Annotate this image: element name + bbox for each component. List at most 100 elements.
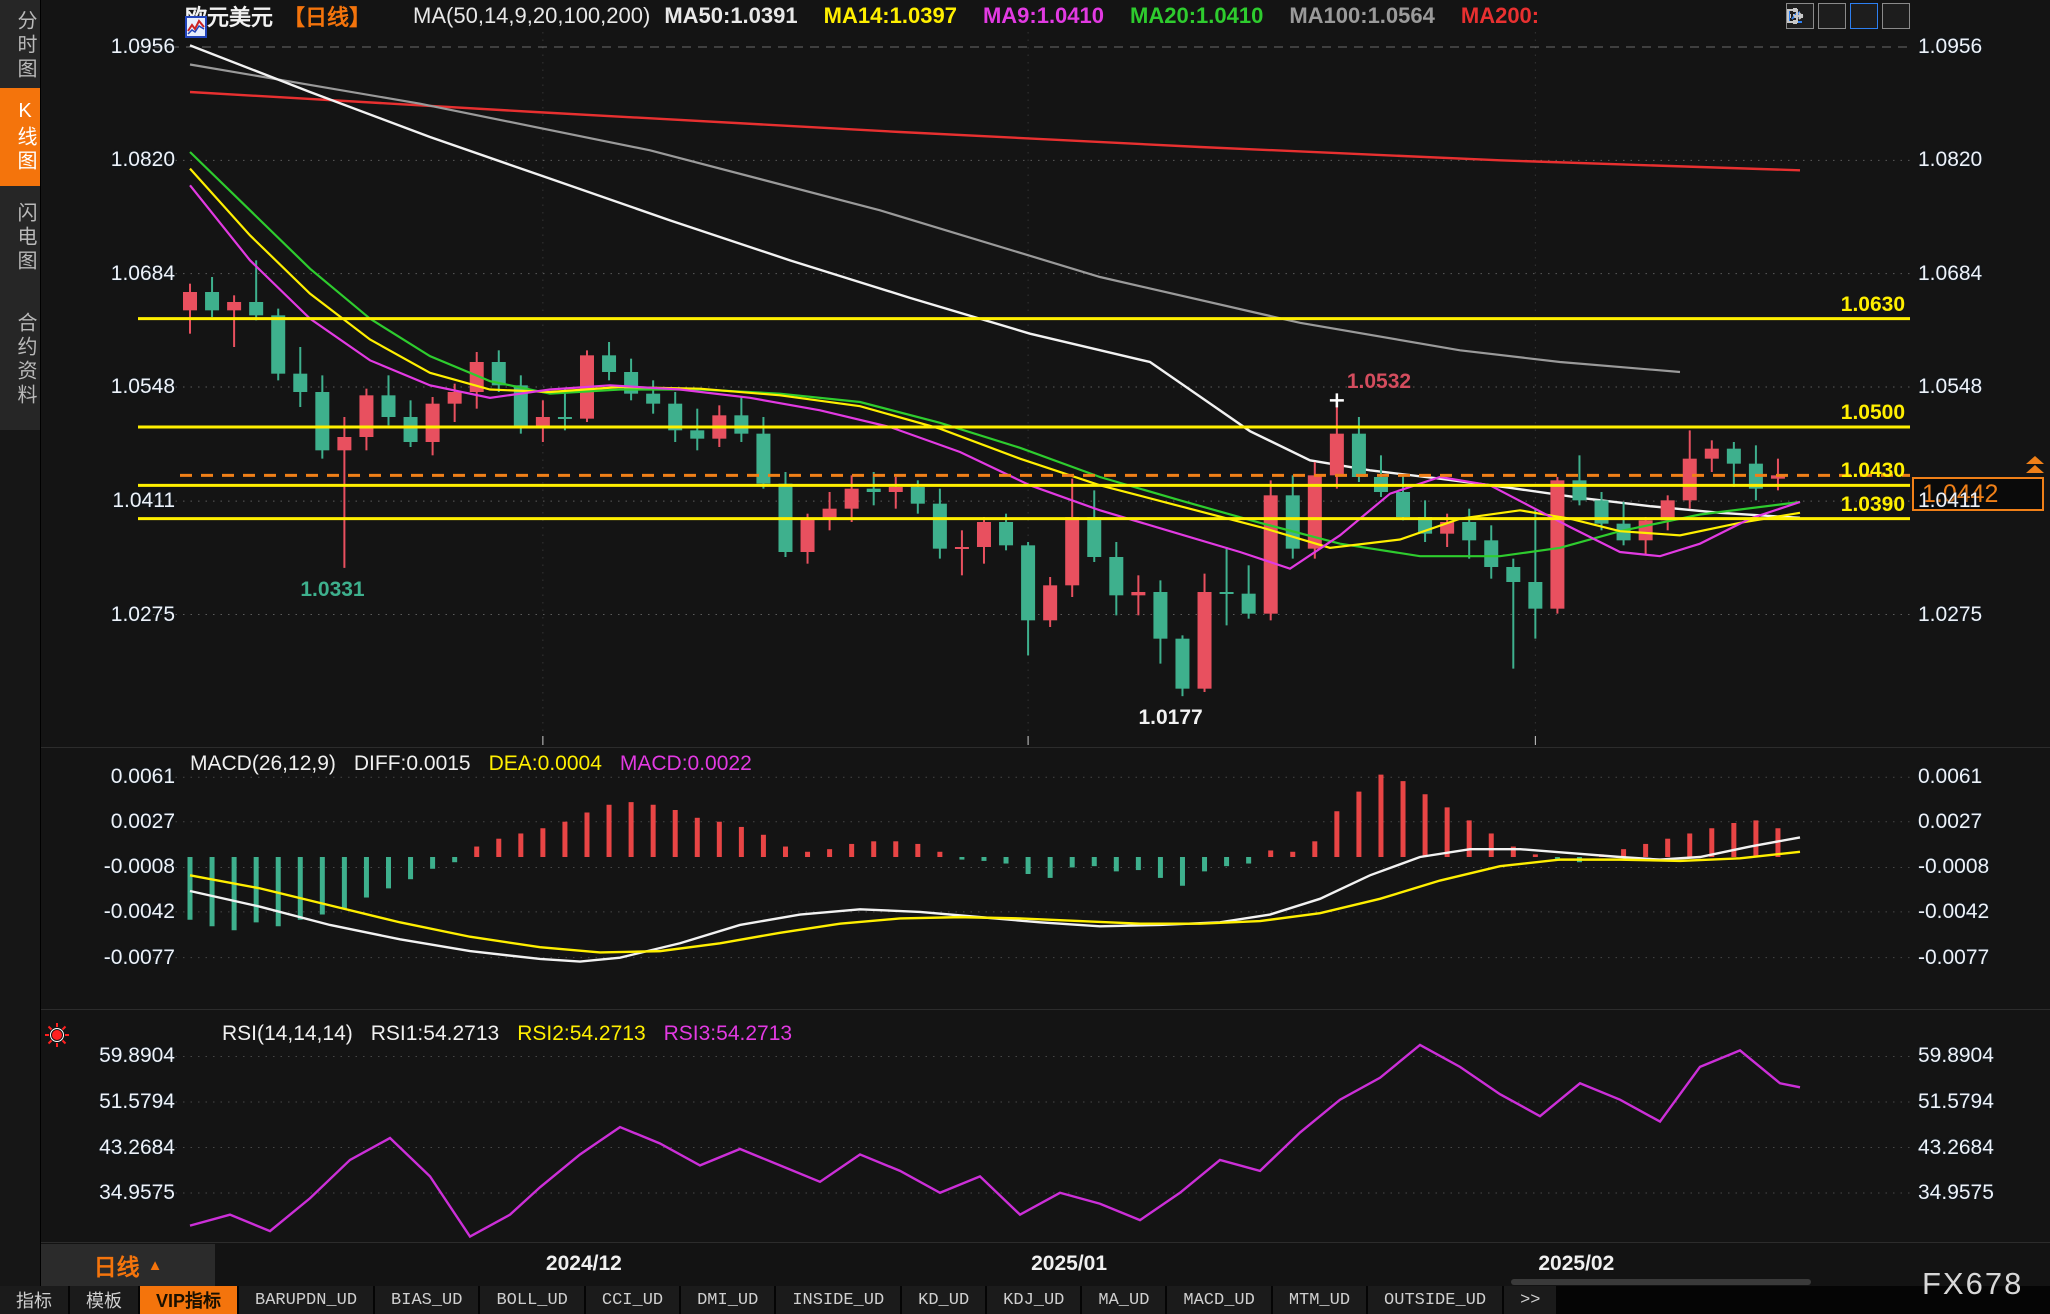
ma100-line	[190, 65, 1680, 373]
price-axis-label: 1.0411	[1918, 489, 1981, 513]
rsi-line	[190, 1045, 1800, 1237]
candle-body	[293, 374, 307, 392]
pane-separator	[41, 747, 2050, 748]
tab--[interactable]: >>	[1504, 1286, 1556, 1314]
ma-legend-value-4: MA100:1.0564	[1289, 3, 1435, 29]
period-selector[interactable]: 日线 ▲	[41, 1244, 215, 1286]
scrollbar-thumb[interactable]	[1511, 1279, 1811, 1285]
tab-kdj-ud[interactable]: KDJ_UD	[987, 1286, 1080, 1314]
rsi-axis-label: 43.2684	[40, 1136, 175, 1160]
candle-body	[867, 489, 881, 492]
candle-body	[1705, 449, 1719, 459]
macd-value: MACD:0.0022	[620, 752, 752, 776]
price-axis-label: 1.0275	[1918, 603, 1982, 627]
price-axis-label: 1.0956	[40, 35, 175, 59]
tab-inside-ud[interactable]: INSIDE_UD	[776, 1286, 900, 1314]
candle-body	[1528, 582, 1542, 609]
x-axis-date-label: 2025/01	[1031, 1252, 1107, 1276]
candle-body	[1639, 520, 1653, 540]
axis-scale-active-icon[interactable]	[1850, 3, 1878, 29]
candle-body	[977, 522, 991, 547]
rsi1-value: RSI1:54.2713	[371, 1022, 499, 1046]
tab-ma-ud[interactable]: MA_UD	[1082, 1286, 1165, 1314]
sidebar-lower-area	[0, 430, 40, 1314]
price-axis-label: 1.0548	[40, 375, 175, 399]
ma200-line	[190, 92, 1800, 170]
tab-bias-ud[interactable]: BIAS_UD	[375, 1286, 478, 1314]
candle-body	[1220, 592, 1234, 594]
candle-body	[999, 522, 1013, 545]
candle-body	[1198, 592, 1212, 689]
chart-toolbar	[1786, 3, 1910, 29]
candle-body	[801, 519, 815, 552]
macd-axis-label: -0.0042	[1918, 900, 1989, 924]
candle-body	[337, 437, 351, 450]
axis-scale-icon[interactable]	[1818, 3, 1846, 29]
tab-vip指标[interactable]: VIP指标	[140, 1286, 237, 1314]
rsi-title: RSI(14,14,14)	[222, 1022, 353, 1046]
candle-body	[889, 487, 903, 492]
rsi-axis-label: 59.8904	[40, 1044, 175, 1068]
tab-barupdn-ud[interactable]: BARUPDN_UD	[239, 1286, 373, 1314]
macd-axis-label: 0.0027	[40, 810, 175, 834]
sidebar-item-2[interactable]: 闪电图	[0, 194, 40, 282]
level-price-label: 1.0430	[40, 459, 1905, 483]
macd-diff-value: DIFF:0.0015	[354, 752, 471, 776]
candle-body	[955, 547, 969, 549]
ma-legend-value-2: MA9:1.0410	[983, 3, 1104, 29]
price-axis-label: 1.0820	[40, 148, 175, 172]
candle-body	[1109, 557, 1123, 595]
price-up-arrows-icon	[2026, 456, 2046, 474]
macd-axis-label: -0.0077	[1918, 946, 1989, 970]
tab-指标[interactable]: 指标	[0, 1286, 68, 1314]
candle-body	[602, 355, 616, 372]
x-axis-date-label: 2024/12	[546, 1252, 622, 1276]
rsi-axis-label: 51.5794	[1918, 1090, 1994, 1114]
tab-模板[interactable]: 模板	[70, 1286, 138, 1314]
collapse-panel-icon[interactable]	[1882, 3, 1910, 29]
tab-cci-ud[interactable]: CCI_UD	[586, 1286, 679, 1314]
candle-body	[1153, 592, 1167, 639]
tab-boll-ud[interactable]: BOLL_UD	[480, 1286, 583, 1314]
candle-body	[1021, 545, 1035, 620]
price-axis-label: 1.0956	[1918, 35, 1982, 59]
price-axis-label: 1.0820	[1918, 148, 1982, 172]
rsi2-value: RSI2:54.2713	[517, 1022, 645, 1046]
macd-dea-value: DEA:0.0004	[489, 752, 602, 776]
brand-watermark: FX678	[1922, 1266, 2023, 1302]
macd-axis-label: 0.0027	[1918, 810, 1982, 834]
ma-params-label: MA(50,14,9,20,100,200)	[413, 3, 650, 29]
rsi-axis-label: 34.9575	[40, 1181, 175, 1205]
pane-separator	[41, 1009, 2050, 1010]
price-axis-label: 1.0684	[1918, 262, 1982, 286]
price-annotation: 1.0177	[1138, 706, 1202, 730]
macd-chart[interactable]	[0, 748, 2050, 1008]
sidebar-item-0[interactable]: 分时图	[0, 6, 40, 86]
macd-axis-label: -0.0042	[40, 900, 175, 924]
tab-kd-ud[interactable]: KD_UD	[902, 1286, 985, 1314]
level-price-label: 1.0630	[40, 293, 1905, 317]
tab-mtm-ud[interactable]: MTM_UD	[1273, 1286, 1366, 1314]
left-sidebar: 分时图K线图闪电图合约资料	[0, 0, 41, 1314]
tab-dmi-ud[interactable]: DMI_UD	[681, 1286, 774, 1314]
ma50-line	[190, 45, 1800, 517]
ma-legend-value-0: MA50:1.0391	[664, 3, 797, 29]
main-candlestick-chart[interactable]	[0, 0, 2050, 746]
tab-outside-ud[interactable]: OUTSIDE_UD	[1368, 1286, 1502, 1314]
candle-body	[1065, 517, 1079, 585]
chart-app: 分时图K线图闪电图合约资料 欧元美元 【日线】 MA(50,14,9,20,10…	[0, 0, 2050, 1314]
candle-body	[1484, 540, 1498, 567]
tab-macd-ud[interactable]: MACD_UD	[1167, 1286, 1270, 1314]
macd-axis-label: -0.0077	[40, 946, 175, 970]
chart-header: 欧元美元 【日线】 MA(50,14,9,20,100,200) MA50:1.…	[185, 2, 1539, 30]
macd-axis-label: -0.0008	[40, 855, 175, 879]
sidebar-item-1[interactable]: K线图	[0, 88, 40, 186]
chevron-up-icon: ▲	[148, 1257, 163, 1274]
rsi3-value: RSI3:54.2713	[664, 1022, 792, 1046]
rsi-axis-label: 59.8904	[1918, 1044, 1994, 1068]
rsi-axis-label: 51.5794	[40, 1090, 175, 1114]
diff-line	[190, 837, 1800, 961]
sidebar-item-3[interactable]: 合约资料	[0, 290, 40, 430]
level-price-label: 1.0390	[40, 493, 1905, 517]
period-badge[interactable]: 【日线】	[283, 0, 371, 32]
